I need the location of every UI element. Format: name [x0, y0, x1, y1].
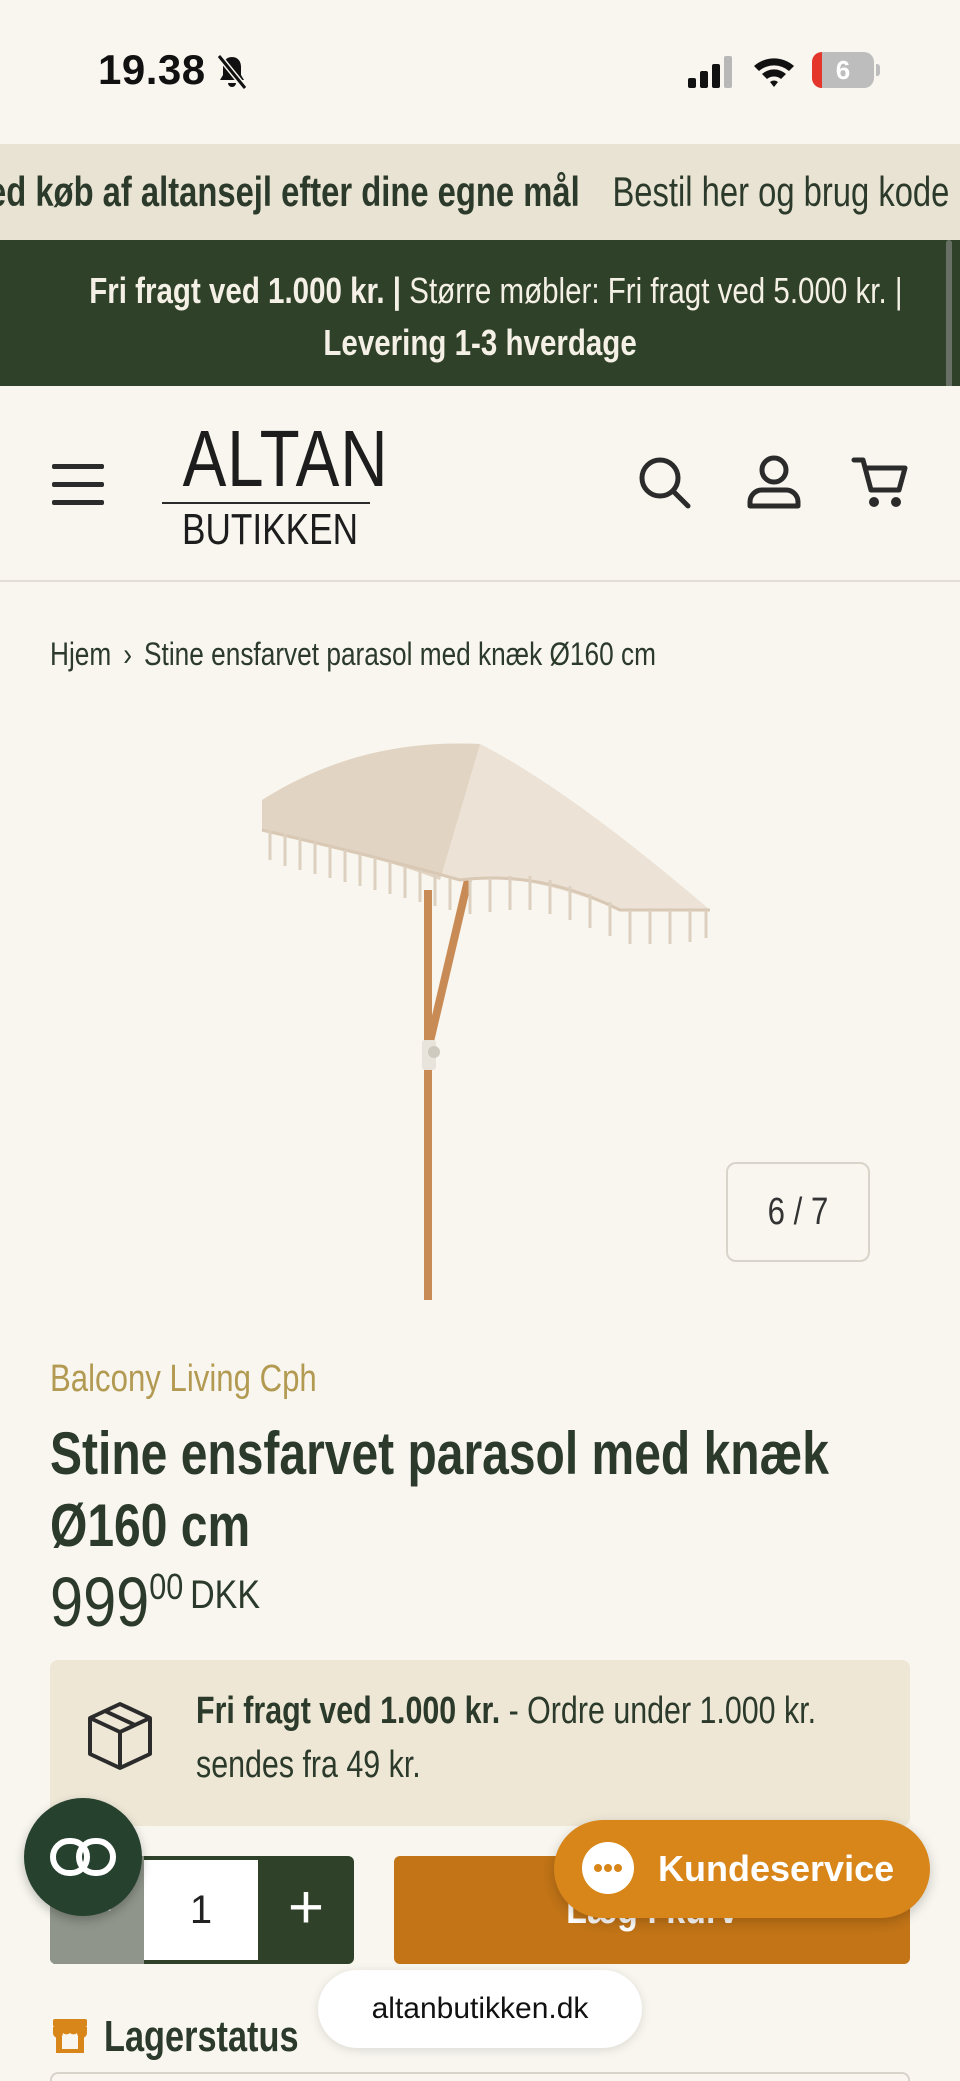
breadcrumb-current: Stine ensfarvet parasol med knæk Ø160 cm	[144, 636, 656, 672]
breadcrumb: Hjem › Stine ensfarvet parasol med knæk Ø1…	[50, 636, 656, 680]
shipping-info-box: Fri fragt ved 1.000 kr. - Ordre under 1.…	[50, 1660, 910, 1826]
chat-icon	[582, 1842, 634, 1894]
battery-level: 6	[835, 55, 851, 85]
account-icon[interactable]	[744, 452, 804, 512]
announcement-marquee[interactable]: ed køb af altansejl efter dine egne mål B…	[0, 144, 960, 240]
store-icon	[53, 2019, 87, 2053]
marquee-text-2: Bestil her og brug kode	[612, 168, 950, 215]
product-brand[interactable]: Balcony Living Cph	[50, 1358, 317, 1401]
large-furniture-shipping-text: Større møbler: Fri fragt ved 5.000 kr. |	[409, 270, 903, 311]
product-title: Stine ensfarvet parasol med knæk Ø160 cm	[50, 1420, 829, 1559]
breadcrumb-home[interactable]: Hjem	[50, 636, 111, 672]
stock-panel-edge	[50, 2072, 910, 2081]
wifi-icon	[754, 58, 794, 87]
package-icon	[88, 1702, 152, 1770]
menu-icon[interactable]	[52, 464, 104, 505]
bell-muted-icon	[216, 54, 248, 90]
delivery-time-text: Levering 1-3 hverdage	[323, 322, 637, 363]
price-currency: DKK	[190, 1573, 261, 1617]
link-chat-icon	[50, 1838, 116, 1876]
product-image-parasol[interactable]	[240, 730, 720, 1310]
status-time: 19.38	[98, 46, 206, 93]
quantity-increase-button[interactable]: +	[258, 1856, 354, 1964]
chevron-right-icon: ›	[123, 636, 132, 672]
battery-icon: 6	[812, 52, 880, 88]
customer-service-label: Kundeservice	[658, 1848, 895, 1889]
price-decimals: 00	[149, 1566, 184, 1607]
marquee-text-1: ed køb af altansejl efter dine egne mål	[0, 168, 580, 215]
site-header: ALTAN BUTIKKEN	[0, 386, 960, 582]
customer-service-button[interactable]: Kundeservice	[554, 1820, 930, 1918]
search-icon[interactable]	[634, 452, 694, 512]
free-shipping-text: Fri fragt ved 1.000 kr. |	[89, 270, 402, 311]
cart-icon[interactable]	[850, 452, 910, 512]
gallery-counter: 6 / 7	[726, 1162, 870, 1262]
shipping-info-text: Fri fragt ved 1.000 kr. - Ordre under 1.…	[196, 1690, 817, 1786]
quantity-input[interactable]: 1	[144, 1860, 258, 1960]
logo-bottom-text: BUTIKKEN	[182, 505, 359, 554]
price-main: 999	[50, 1563, 150, 1641]
logo-top-text: ALTAN	[182, 414, 389, 503]
browser-url-bar[interactable]: altanbutikken.dk	[318, 1970, 642, 2048]
stock-status-label: Lagerstatus	[104, 2012, 299, 2061]
signal-icon	[688, 56, 732, 88]
chat-widget-button[interactable]	[24, 1798, 142, 1916]
status-bar: 19.38 6	[0, 0, 960, 140]
site-logo[interactable]: ALTAN BUTIKKEN	[160, 418, 388, 552]
product-price: 99900 DKK	[50, 1562, 260, 1642]
shipping-announcement-bar: Fri fragt ved 1.000 kr. | Større møbler:…	[0, 240, 960, 386]
